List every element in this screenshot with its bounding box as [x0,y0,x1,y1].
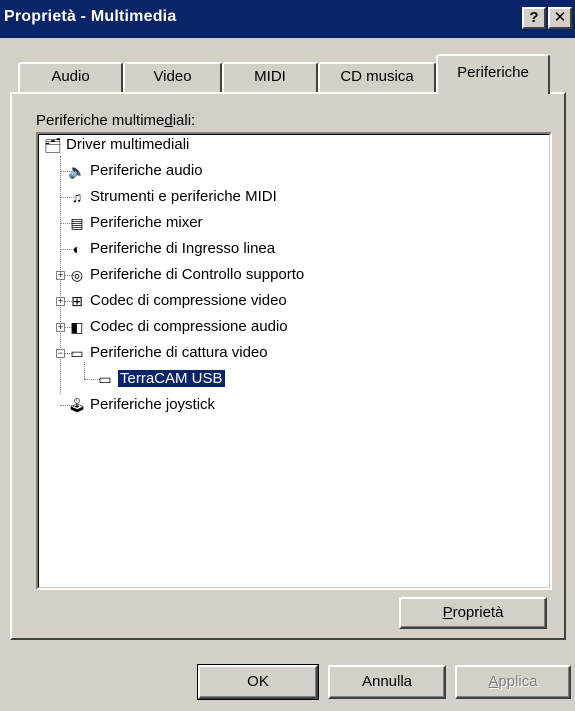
help-button[interactable]: ? [522,7,546,29]
audio-codec-icon: ◧ [70,319,84,336]
tree-item-video-codec[interactable]: ⊞ Codec di compressione video [68,290,287,316]
tab-cd-musica[interactable]: CD musica [318,62,436,92]
speaker-icon: 🔈 [68,163,86,180]
tree-item-audio-codec[interactable]: ◧ Codec di compressione audio [68,316,287,342]
expand-audio-codec-button[interactable]: + [56,323,65,332]
ok-button[interactable]: OK [197,664,319,700]
camera-icon: ▭ [98,371,112,388]
title-bar[interactable]: Proprietà - Multimedia ? ✕ [0,0,575,38]
video-capture-icon: ▭ [70,345,84,362]
media-control-icon: ◎ [70,267,84,284]
tree-item-mixer[interactable]: ▤ Periferiche mixer [68,212,202,238]
video-codec-icon: ⊞ [71,293,83,310]
close-button[interactable]: ✕ [548,7,572,29]
line-in-icon: ◐ [72,241,82,258]
tree-item-terracam[interactable]: ▭ TerraCAM USB [96,368,226,394]
tab-audio[interactable]: Audio [18,62,123,92]
tree-root[interactable]: 🗂 Driver multimediali [44,134,189,160]
apply-button[interactable]: Applica [455,665,571,699]
collapse-video-capture-button[interactable]: − [56,349,65,358]
tab-video[interactable]: Video [123,62,222,92]
expand-video-codec-button[interactable]: + [56,297,65,306]
tab-midi[interactable]: MIDI [222,62,318,92]
expand-media-control-button[interactable]: + [56,271,65,280]
tree-item-video-capture[interactable]: ▭ Periferiche di cattura video [68,342,267,368]
devices-label: Periferiche multimediali: [36,112,196,129]
tree-item-joystick[interactable]: 🕹 Periferiche joystick [68,394,215,420]
midi-icon: ♫ [71,189,83,206]
tree-item-audio[interactable]: 🔈 Periferiche audio [68,160,202,186]
cancel-button[interactable]: Annulla [328,665,446,699]
tree-item-media-control[interactable]: ◎ Periferiche di Controllo supporto [68,264,304,290]
devices-tree[interactable]: + + + − 🗂 Driver multimediali 🔈 Periferich… [36,132,552,590]
properties-button[interactable]: Proprietà [399,597,547,629]
joystick-icon: 🕹 [68,397,86,414]
close-icon: ✕ [553,9,567,26]
tab-periferiche[interactable]: Periferiche [436,54,550,94]
mixer-icon: ▤ [70,215,84,232]
tree-item-line-in[interactable]: ◐ Periferiche di Ingresso linea [68,238,275,264]
multimedia-drivers-icon: 🗂 [44,137,62,154]
window-title: Proprietà - Multimedia [4,8,177,25]
tree-item-midi[interactable]: ♫ Strumenti e periferiche MIDI [68,186,277,212]
